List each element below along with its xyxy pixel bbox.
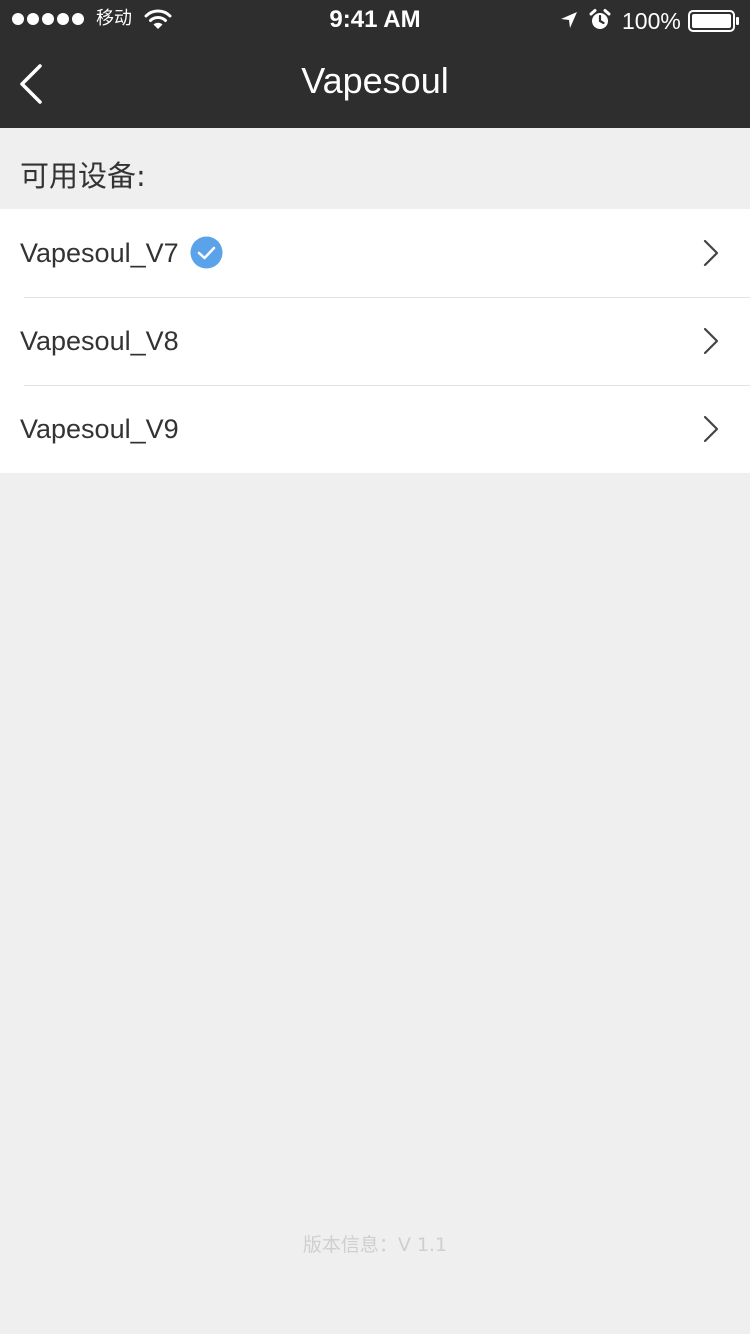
device-row-v8[interactable]: Vapesoul_V8	[0, 297, 750, 385]
version-info: 版本信息：V 1.1	[302, 1234, 448, 1256]
location-arrow-icon	[561, 12, 577, 28]
status-bar: 移动 9:41 AM 100%	[0, 0, 750, 40]
device-list: Vapesoul_V7 Vapesoul_V8 Vapesoul_V9	[0, 209, 750, 473]
connected-check-icon	[190, 236, 223, 269]
device-name: Vapesoul_V9	[20, 414, 179, 444]
alarm-clock-icon	[589, 9, 611, 29]
chevron-right-icon	[703, 415, 719, 443]
available-devices-label: 可用设备:	[20, 159, 146, 193]
page-title: Vapesoul	[301, 60, 449, 101]
header: 移动 9:41 AM 100% Vapesoul	[0, 0, 750, 128]
battery-icon	[688, 10, 739, 32]
chevron-right-icon	[703, 239, 719, 267]
chevron-right-icon	[703, 327, 719, 355]
battery-percentage: 100%	[622, 8, 681, 34]
device-name: Vapesoul_V8	[20, 326, 179, 356]
device-row-v9[interactable]: Vapesoul_V9	[0, 385, 750, 473]
device-name: Vapesoul_V7	[20, 238, 179, 268]
device-row-v7[interactable]: Vapesoul_V7	[0, 209, 750, 297]
